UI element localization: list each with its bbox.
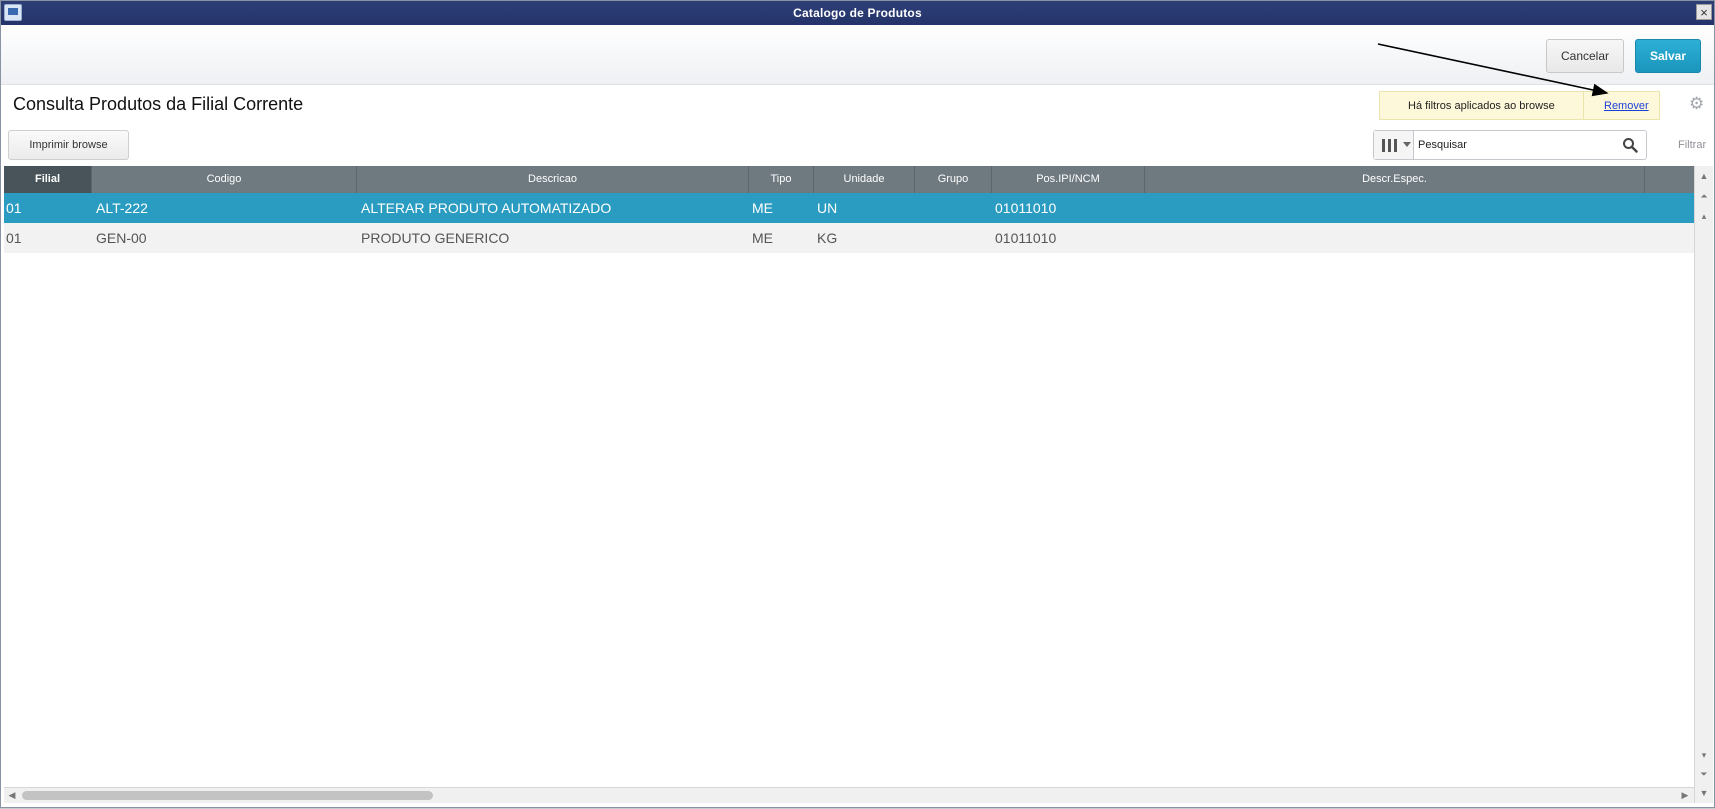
column-header-spacer [1645, 166, 1694, 193]
cell-tipo: ME [752, 230, 773, 246]
cell-grupo [918, 223, 990, 253]
cancel-button[interactable]: Cancelar [1546, 39, 1624, 73]
cell-descr-espec [1148, 193, 1643, 223]
save-button[interactable]: Salvar [1635, 39, 1701, 73]
cell-filial: 01 [6, 200, 22, 216]
column-header-filial[interactable]: Filial [4, 166, 92, 193]
close-icon[interactable]: × [1696, 4, 1712, 20]
table-row[interactable]: 01 GEN-00 PRODUTO GENERICO ME KG 0101101… [4, 223, 1694, 253]
column-header-tipo[interactable]: Tipo [749, 166, 814, 193]
scroll-right-icon[interactable]: ▶ [1679, 789, 1691, 802]
toolbar: Cancelar Salvar [1, 25, 1714, 85]
cell-codigo: GEN-00 [96, 230, 147, 246]
scroll-up-icon[interactable]: ▴ [1697, 209, 1711, 223]
column-header-descr-espec[interactable]: Descr.Espec. [1145, 166, 1645, 193]
columns-dropdown-button[interactable] [1374, 131, 1414, 159]
column-header-ncm[interactable]: Pos.IPI/NCM [992, 166, 1145, 193]
cell-descr-espec [1148, 223, 1643, 253]
print-browse-button[interactable]: Imprimir browse [8, 130, 129, 160]
cell-ncm: 01011010 [995, 200, 1057, 216]
search-input[interactable] [1418, 135, 1608, 155]
cell-unidade: UN [817, 200, 838, 216]
cell-grupo [918, 193, 990, 223]
cell-descricao: PRODUTO GENERICO [361, 230, 510, 246]
scroll-down-icon[interactable]: ▾ [1697, 748, 1711, 762]
title-bar: Catalogo de Produtos × [1, 1, 1714, 25]
products-grid: Filial Codigo Descricao Tipo Unidade Gru… [4, 166, 1694, 786]
column-header-codigo[interactable]: Codigo [92, 166, 357, 193]
filter-link[interactable]: Filtrar [1678, 139, 1706, 151]
app-window: Catalogo de Produtos × Cancelar Salvar C… [0, 0, 1715, 808]
column-header-unidade[interactable]: Unidade [814, 166, 915, 193]
column-header-grupo[interactable]: Grupo [915, 166, 992, 193]
cell-tipo: ME [752, 200, 773, 216]
page-title: Consulta Produtos da Filial Corrente [13, 94, 304, 114]
window-title: Catalogo de Produtos [793, 6, 922, 20]
chevron-down-icon [1403, 142, 1411, 147]
filter-banner-message: Há filtros aplicados ao browse [1408, 100, 1555, 112]
cell-filial: 01 [6, 230, 22, 246]
column-header-descricao[interactable]: Descricao [357, 166, 749, 193]
page-up-icon[interactable]: ⏶ [1697, 189, 1711, 203]
scroll-left-icon[interactable]: ◀ [6, 789, 18, 802]
cell-unidade: KG [817, 230, 838, 246]
columns-icon [1382, 139, 1397, 152]
scroll-top-icon[interactable]: ▲ [1697, 169, 1711, 183]
search-icon[interactable] [1622, 137, 1638, 153]
gear-icon[interactable]: ⚙ [1689, 95, 1707, 113]
horizontal-scroll-thumb[interactable] [22, 791, 433, 800]
cell-descricao: ALTERAR PRODUTO AUTOMATIZADO [361, 200, 612, 216]
horizontal-scrollbar[interactable]: ◀ ▶ [4, 787, 1694, 803]
search-box [1373, 130, 1647, 160]
scroll-bottom-icon[interactable]: ▼ [1697, 786, 1711, 800]
cell-codigo: ALT-222 [96, 200, 148, 216]
vertical-scrollbar[interactable]: ▲ ⏶ ▴ ▾ ⏷ ▼ [1694, 166, 1713, 803]
cell-ncm: 01011010 [995, 230, 1057, 246]
filter-banner: Há filtros aplicados ao browse Remover [1379, 91, 1660, 120]
table-row[interactable]: 01 ALT-222 ALTERAR PRODUTO AUTOMATIZADO … [4, 193, 1694, 223]
page-down-icon[interactable]: ⏷ [1697, 767, 1711, 781]
remove-filters-link[interactable]: Remover [1604, 100, 1649, 112]
divider [1583, 92, 1584, 119]
grid-header: Filial Codigo Descricao Tipo Unidade Gru… [4, 166, 1694, 193]
